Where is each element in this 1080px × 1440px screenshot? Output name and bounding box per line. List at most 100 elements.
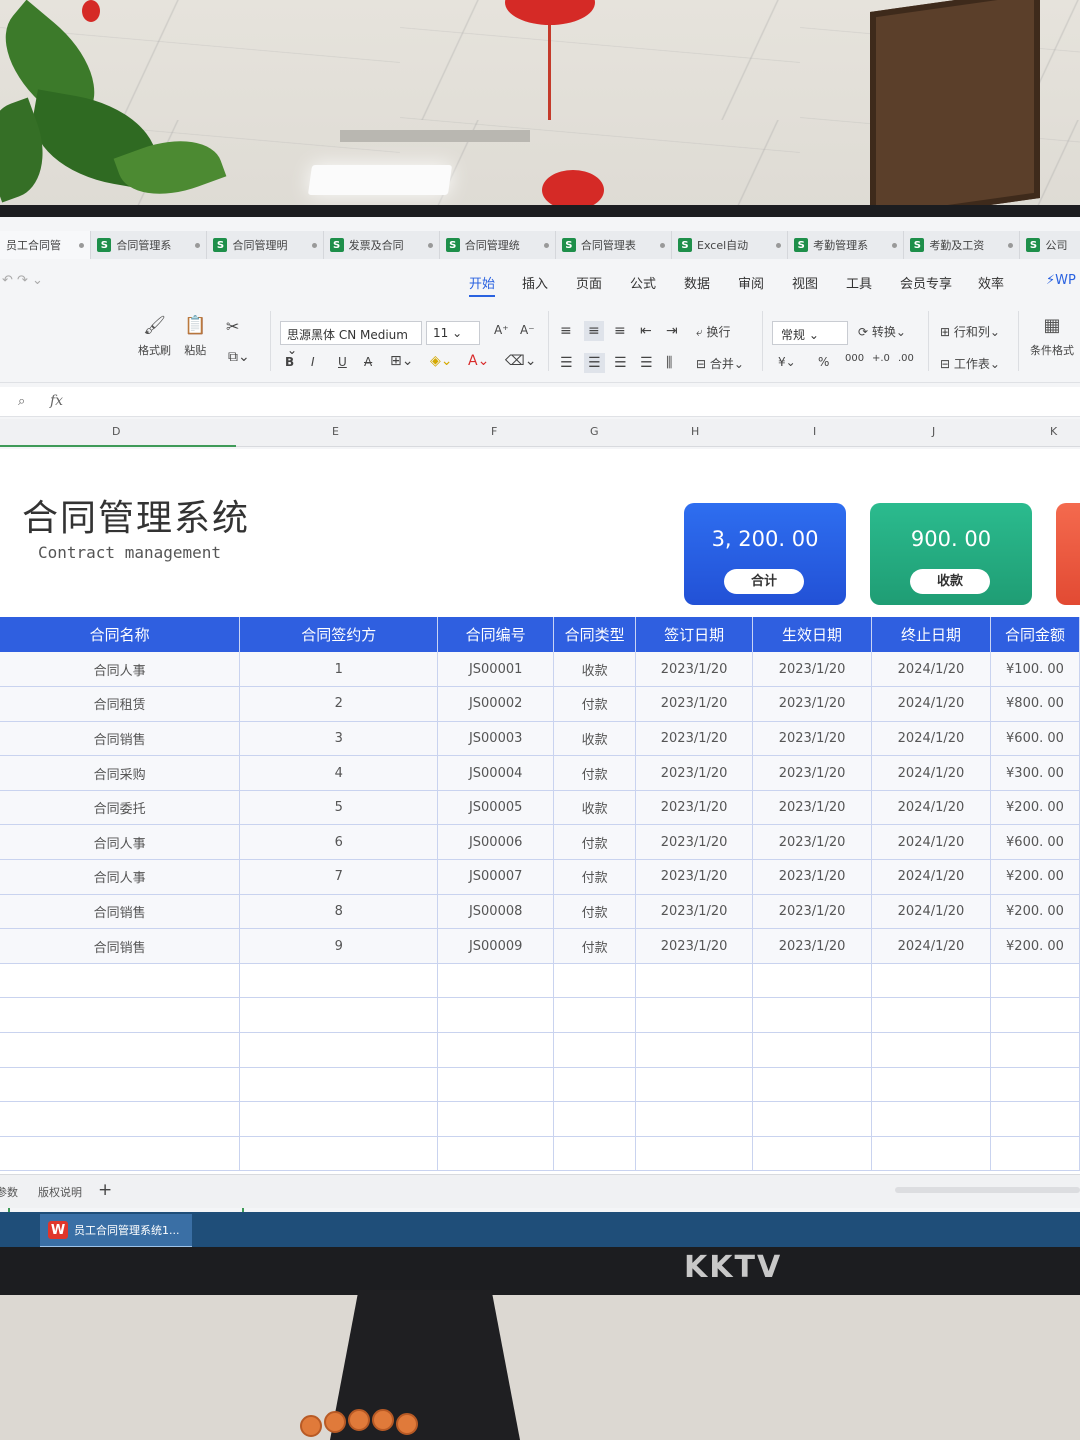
doc-tab[interactable]: S 合同管理表	[556, 231, 673, 259]
cell-contract-number[interactable]: JS00009	[437, 928, 555, 964]
decrease-decimal-icon[interactable]: .00	[898, 353, 914, 364]
empty-cell[interactable]	[437, 1136, 555, 1172]
cell-contract-type[interactable]: 付款	[553, 859, 637, 895]
cell-effective-date[interactable]: 2023/1/20	[752, 652, 873, 688]
font-color-icon[interactable]: A⌄	[468, 353, 489, 369]
cell-sign-date[interactable]: 2023/1/20	[635, 755, 754, 791]
menu-data[interactable]: 数据	[684, 273, 710, 292]
column-letter[interactable]: F	[491, 425, 497, 438]
empty-cell[interactable]	[437, 1067, 555, 1103]
cell-contract-name[interactable]: 合同委托	[0, 790, 241, 826]
cell-end-date[interactable]: 2024/1/20	[871, 928, 991, 964]
cell-contract-type[interactable]: 付款	[553, 824, 637, 861]
cell-contract-party[interactable]: 5	[239, 790, 439, 826]
cell-contract-number[interactable]: JS00004	[437, 755, 555, 791]
menu-view[interactable]: 视图	[792, 273, 818, 292]
column-letter[interactable]: K	[1050, 425, 1057, 438]
cell-contract-party[interactable]: 3	[239, 721, 439, 757]
percent-button[interactable]: %	[818, 355, 829, 369]
worksheet-button[interactable]: ⊟ 工作表⌄	[940, 355, 1000, 372]
zoom-search-icon[interactable]: ⌕	[18, 394, 25, 409]
empty-cell[interactable]	[437, 1032, 555, 1068]
align-center-icon[interactable]: ☰	[584, 353, 605, 373]
empty-cell[interactable]	[752, 1136, 873, 1172]
empty-cell[interactable]	[635, 963, 754, 999]
paste-button[interactable]: 📋 粘贴	[184, 315, 206, 358]
cell-contract-type[interactable]: 付款	[553, 755, 637, 791]
empty-cell[interactable]	[871, 1032, 991, 1068]
cell-contract-number[interactable]: JS00008	[437, 894, 555, 930]
header-amount[interactable]: 合同金额	[990, 617, 1080, 652]
justify-icon[interactable]: ☰	[640, 355, 653, 371]
column-letter[interactable]: H	[691, 425, 699, 438]
empty-cell[interactable]	[553, 1067, 637, 1103]
font-size-select[interactable]: 11 ⌄	[426, 321, 480, 345]
menu-home[interactable]: 开始	[469, 273, 496, 297]
doc-tab[interactable]: S 合同管理系	[91, 231, 208, 259]
align-middle-icon[interactable]: ≡	[584, 321, 604, 341]
align-top-icon[interactable]: ≡	[560, 323, 572, 339]
cell-amount[interactable]: ¥200. 00	[990, 790, 1080, 826]
sheet-tab-params[interactable]: 参数	[0, 1184, 18, 1200]
format-painter-button[interactable]: 🖌 格式刷	[138, 315, 171, 358]
wrap-text-button[interactable]: ⤶ 换行	[696, 323, 731, 340]
empty-cell[interactable]	[239, 997, 439, 1034]
menu-page[interactable]: 页面	[576, 273, 602, 292]
empty-cell[interactable]	[871, 1067, 991, 1103]
increase-decimal-icon[interactable]: +.0	[872, 353, 890, 364]
header-sign-date[interactable]: 签订日期	[635, 617, 754, 652]
horizontal-scrollbar[interactable]	[895, 1187, 1080, 1193]
empty-cell[interactable]	[752, 963, 873, 999]
cell-end-date[interactable]: 2024/1/20	[871, 894, 991, 930]
cell-amount[interactable]: ¥300. 00	[990, 755, 1080, 791]
empty-cell[interactable]	[437, 997, 555, 1034]
empty-cell[interactable]	[635, 997, 754, 1034]
cell-sign-date[interactable]: 2023/1/20	[635, 824, 754, 861]
sheet-tab-copyright[interactable]: 版权说明	[38, 1184, 82, 1200]
empty-cell[interactable]	[437, 963, 555, 999]
align-bottom-icon[interactable]: ≡	[614, 323, 626, 339]
empty-cell[interactable]	[990, 997, 1080, 1034]
fill-color-icon[interactable]: ◈⌄	[430, 353, 453, 369]
cell-effective-date[interactable]: 2023/1/20	[752, 894, 873, 930]
formula-bar[interactable]: ⌕ fx	[0, 387, 1080, 417]
column-letter[interactable]: G	[590, 425, 599, 438]
font-name-select[interactable]: 思源黑体 CN Medium ⌄	[280, 321, 422, 357]
thousands-icon[interactable]: 000	[845, 353, 864, 364]
empty-cell[interactable]	[752, 997, 873, 1034]
cell-end-date[interactable]: 2024/1/20	[871, 652, 991, 688]
copy-icon[interactable]: ⧉⌄	[228, 349, 250, 365]
indent-decrease-icon[interactable]: ⇤	[640, 323, 652, 339]
cell-effective-date[interactable]: 2023/1/20	[752, 928, 873, 964]
cell-amount[interactable]: ¥600. 00	[990, 824, 1080, 861]
cell-sign-date[interactable]: 2023/1/20	[635, 859, 754, 895]
rows-cols-button[interactable]: ⊞ 行和列⌄	[940, 323, 1000, 340]
cell-contract-name[interactable]: 合同销售	[0, 928, 241, 964]
doc-tab[interactable]: S 考勤管理系	[788, 231, 905, 259]
empty-cell[interactable]	[0, 997, 241, 1034]
menu-efficiency[interactable]: 效率	[978, 273, 1004, 292]
empty-cell[interactable]	[553, 963, 637, 999]
cell-amount[interactable]: ¥600. 00	[990, 721, 1080, 757]
empty-cell[interactable]	[239, 1067, 439, 1103]
clear-format-icon[interactable]: ⌫⌄	[505, 353, 537, 369]
italic-button[interactable]: I	[311, 355, 315, 369]
cell-sign-date[interactable]: 2023/1/20	[635, 686, 754, 722]
empty-cell[interactable]	[553, 1136, 637, 1172]
conditional-format-button[interactable]: ▦ 条件格式	[1030, 315, 1074, 358]
cell-contract-number[interactable]: JS00001	[437, 652, 555, 688]
empty-cell[interactable]	[635, 1032, 754, 1068]
empty-cell[interactable]	[553, 1101, 637, 1137]
empty-cell[interactable]	[990, 1032, 1080, 1068]
cell-contract-party[interactable]: 4	[239, 755, 439, 791]
column-letter[interactable]: I	[813, 425, 816, 438]
empty-cell[interactable]	[0, 1136, 241, 1172]
align-left-icon[interactable]: ☰	[560, 355, 573, 371]
menu-review[interactable]: 审阅	[738, 273, 764, 292]
cell-amount[interactable]: ¥100. 00	[990, 652, 1080, 688]
header-contract-type[interactable]: 合同类型	[553, 617, 637, 652]
cell-contract-party[interactable]: 8	[239, 894, 439, 930]
cell-effective-date[interactable]: 2023/1/20	[752, 721, 873, 757]
empty-cell[interactable]	[0, 963, 241, 999]
cell-contract-party[interactable]: 2	[239, 686, 439, 722]
